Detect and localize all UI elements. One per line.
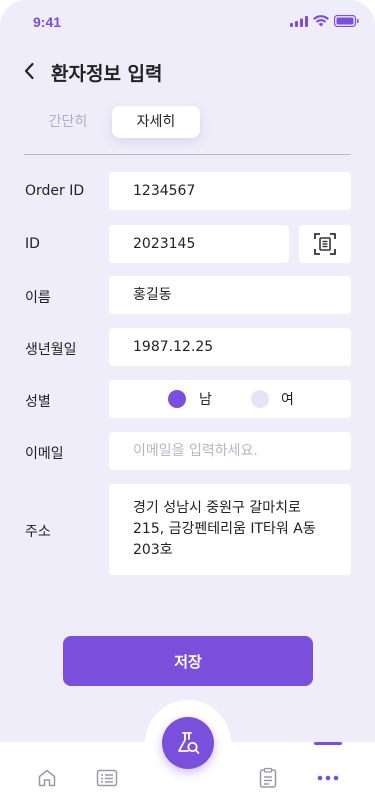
status-icons xyxy=(290,15,359,27)
id-label: ID xyxy=(25,236,40,252)
name-label: 이름 xyxy=(25,290,51,306)
address-field[interactable]: 경기 성남시 중원구 갈마치로 215, 금강펜테리움 IT타워 A동 203호 xyxy=(109,484,351,575)
email-input[interactable] xyxy=(109,432,351,470)
header: 환자정보 입력 xyxy=(0,52,375,92)
gender-radio-group: 남 여 xyxy=(109,380,351,418)
gender-female-label: 여 xyxy=(281,392,294,408)
address-line: 215, 금강펜테리움 IT타워 A동 xyxy=(133,521,316,537)
clipboard-icon xyxy=(259,767,277,788)
tab-bar: 간단히 자세히 xyxy=(24,106,200,138)
gender-male-label: 남 xyxy=(199,392,212,408)
order-id-label: Order ID xyxy=(25,183,85,199)
page-title: 환자정보 입력 xyxy=(51,63,163,85)
scan-button[interactable] xyxy=(299,225,351,263)
birth-label: 생년월일 xyxy=(25,342,77,358)
gender-female-radio[interactable] xyxy=(251,390,269,408)
nav-home[interactable] xyxy=(35,766,59,790)
order-id-input[interactable] xyxy=(109,172,351,210)
email-label: 이메일 xyxy=(25,446,64,462)
gender-label: 성별 xyxy=(25,394,51,410)
battery-icon xyxy=(334,15,359,27)
status-time: 9:41 xyxy=(33,14,62,30)
nav-clipboard[interactable] xyxy=(256,766,280,790)
tab-detailed[interactable]: 자세히 xyxy=(112,106,200,138)
phone-screen: 9:41 환자정보 입력 간단히 자세히 Order ID 1234567 ID… xyxy=(0,0,375,812)
nav-more[interactable] xyxy=(316,766,340,790)
signal-icon xyxy=(290,15,308,27)
address-line: 203호 xyxy=(133,542,173,558)
flask-search-icon xyxy=(178,732,200,754)
address-label: 주소 xyxy=(25,524,51,540)
home-icon xyxy=(38,769,56,787)
wifi-icon xyxy=(313,15,329,27)
address-line: 경기 성남시 중원구 갈마치로 xyxy=(133,500,301,516)
gender-male-radio[interactable] xyxy=(168,390,186,408)
list-icon xyxy=(96,769,118,787)
nav-list[interactable] xyxy=(95,766,119,790)
nav-active-indicator xyxy=(314,742,342,745)
barcode-scan-icon xyxy=(314,233,336,255)
chevron-left-icon xyxy=(24,62,34,80)
birth-input[interactable] xyxy=(109,328,351,366)
back-button[interactable] xyxy=(18,59,42,83)
lab-search-button[interactable] xyxy=(162,717,214,769)
save-button[interactable]: 저장 xyxy=(63,636,313,686)
status-bar: 9:41 xyxy=(0,0,375,44)
divider xyxy=(24,154,351,155)
tab-simple[interactable]: 간단히 xyxy=(24,106,112,138)
name-input[interactable] xyxy=(109,276,351,314)
id-input[interactable] xyxy=(109,225,289,263)
more-icon xyxy=(317,775,339,781)
